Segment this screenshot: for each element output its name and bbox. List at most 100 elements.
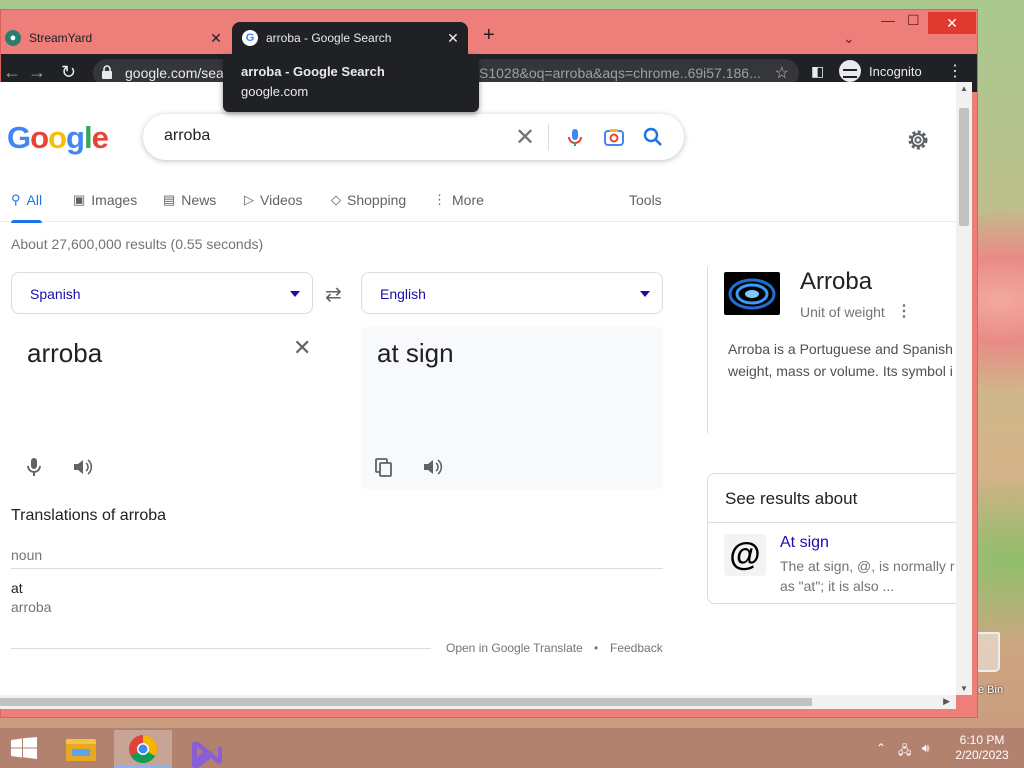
target-language-select[interactable]: English (361, 272, 663, 314)
bookmark-star-icon[interactable]: ☆ (775, 63, 789, 83)
arroba-thumbnail[interactable] (724, 272, 780, 315)
dropdown-caret-icon (640, 291, 650, 297)
streamyard-favicon-icon: ● (5, 30, 21, 46)
tab-streamyard[interactable]: ● StreamYard ✕ (1, 22, 231, 54)
back-arrow-icon[interactable]: ← (3, 62, 21, 83)
search-input[interactable]: arroba (164, 127, 210, 145)
microphone-icon[interactable] (564, 126, 586, 148)
minimize-button[interactable]: — (881, 12, 895, 28)
knowledge-panel-subtitle: Unit of weight (800, 304, 885, 320)
visual-studio-icon[interactable] (176, 730, 234, 768)
tab-news[interactable]: ▤ News (163, 192, 216, 208)
tooltip-title: arroba - Google Search (241, 64, 385, 79)
search-vertical-tabs: ⚲ All ▣ Images ▤ News ▷ Videos ◇ Shopping ⋮ Mo… (0, 188, 956, 223)
translations-heading: Translations of arroba (11, 507, 167, 524)
part-of-speech: noun (11, 547, 43, 563)
source-text-input[interactable]: arroba (27, 338, 102, 369)
reload-icon[interactable]: ↻ (61, 62, 76, 83)
tab-shopping[interactable]: ◇ Shopping (331, 192, 406, 208)
feedback-link[interactable]: Feedback (610, 641, 663, 655)
see-results-about-card: See results about @ At sign The at sign,… (707, 473, 956, 604)
menu-kebab-icon[interactable]: ⋮ (947, 61, 963, 81)
tab-all[interactable]: ⚲ All (11, 192, 43, 223)
tab-search-chevron-icon[interactable]: ⌄ (843, 30, 855, 47)
open-in-translate-link[interactable]: Open in Google Translate (446, 641, 583, 655)
news-icon: ▤ (163, 192, 176, 207)
speaker-icon[interactable] (71, 456, 93, 478)
tab-more[interactable]: ⋮ More (433, 192, 484, 208)
vertical-scrollbar[interactable]: ▲ ▼ (956, 82, 972, 695)
tools-button[interactable]: Tools (629, 192, 662, 208)
target-text: at sign (377, 338, 454, 368)
scroll-thumb[interactable] (0, 698, 812, 706)
incognito-label: Incognito (869, 63, 922, 79)
lens-camera-icon[interactable] (603, 126, 625, 148)
clear-source-icon[interactable]: ✕ (293, 335, 311, 361)
google-logo[interactable]: Google (7, 120, 109, 156)
footer-separator: • (594, 641, 599, 655)
source-language-select[interactable]: Spanish (11, 272, 313, 314)
tab-images[interactable]: ▣ Images (73, 192, 137, 208)
speaker-icon[interactable] (421, 456, 443, 478)
close-tab-icon[interactable]: ✕ (205, 30, 227, 47)
incognito-profile-button[interactable]: Incognito (839, 60, 922, 82)
microphone-icon[interactable] (23, 456, 45, 478)
clock-time: 6:10 PM (959, 733, 1005, 747)
image-icon: ▣ (73, 192, 86, 207)
google-favicon-icon: G (242, 30, 258, 46)
at-sign-icon[interactable]: @ (724, 534, 766, 576)
volume-icon[interactable]: 🔊︎ (922, 741, 930, 756)
divider (11, 568, 663, 569)
search-divider (548, 124, 549, 150)
at-sign-description: The at sign, @, is normally r as "at"; i… (780, 558, 955, 594)
incognito-icon (839, 60, 861, 82)
system-clock[interactable]: 6:10 PM 2/20/2023 (946, 733, 1018, 763)
clear-search-icon[interactable]: ✕ (515, 123, 535, 152)
more-options-icon[interactable]: ⋮ (896, 301, 912, 321)
address-host: google.com/sea (125, 65, 224, 81)
tab-google-search[interactable]: G arroba - Google Search ✕ (232, 22, 468, 54)
show-hidden-icons-chevron-icon[interactable]: ⌃ (876, 741, 886, 755)
side-panel-icon[interactable]: ◧ (811, 63, 824, 80)
swap-languages-icon[interactable]: ⇄ (325, 282, 342, 307)
address-query: S1028&oq=arroba&aqs=chrome..69i57.186... (479, 65, 761, 81)
forward-arrow-icon[interactable]: → (28, 62, 46, 83)
tab-title: StreamYard (29, 31, 93, 45)
see-results-about-heading: See results about (725, 489, 858, 508)
dropdown-caret-icon (290, 291, 300, 297)
file-explorer-icon[interactable] (52, 730, 110, 768)
new-tab-button[interactable]: + (483, 24, 495, 47)
search-box[interactable]: arroba ✕ (143, 114, 684, 160)
at-sign-link[interactable]: At sign (780, 534, 829, 552)
chrome-icon[interactable] (114, 730, 172, 768)
knowledge-panel-description: Arroba is a Portuguese and Spanish weigh… (728, 341, 953, 379)
tab-strip: ● StreamYard ✕ G arroba - Google Search … (1, 10, 977, 54)
lock-icon (102, 65, 112, 79)
tab-title: arroba - Google Search (266, 31, 392, 45)
tag-icon: ◇ (331, 192, 341, 207)
back-translation: arroba (11, 599, 52, 615)
scroll-up-icon[interactable]: ▲ (960, 84, 968, 93)
scroll-thumb[interactable] (959, 108, 969, 226)
divider (11, 648, 431, 649)
divider (708, 522, 956, 523)
windows-start-icon[interactable] (10, 737, 38, 759)
search-results-page: Google arroba ✕ ⚲ All ▣ Images ▤ News ▷ Vide… (0, 82, 956, 695)
source-language-label: Spanish (30, 286, 81, 302)
scroll-down-icon[interactable]: ▼ (960, 684, 968, 693)
copy-icon[interactable] (373, 456, 395, 478)
maximize-button[interactable]: ☐ (907, 12, 920, 29)
network-icon[interactable]: 🖧 (898, 741, 911, 762)
scroll-right-icon[interactable]: ▶ (943, 696, 950, 707)
tab-hover-tooltip: arroba - Google Search google.com (223, 54, 479, 112)
search-icon[interactable] (642, 126, 664, 148)
horizontal-scrollbar[interactable]: ▶ (0, 695, 956, 709)
result-stats: About 27,600,000 results (0.55 seconds) (11, 236, 264, 252)
search-icon: ⚲ (11, 192, 21, 207)
tab-videos[interactable]: ▷ Videos (244, 192, 303, 208)
close-tab-icon[interactable]: ✕ (442, 30, 464, 47)
settings-gear-icon[interactable] (906, 128, 930, 152)
close-window-button[interactable]: ✕ (928, 12, 976, 34)
translation-word: at (11, 580, 23, 596)
clock-date: 2/20/2023 (955, 748, 1009, 762)
